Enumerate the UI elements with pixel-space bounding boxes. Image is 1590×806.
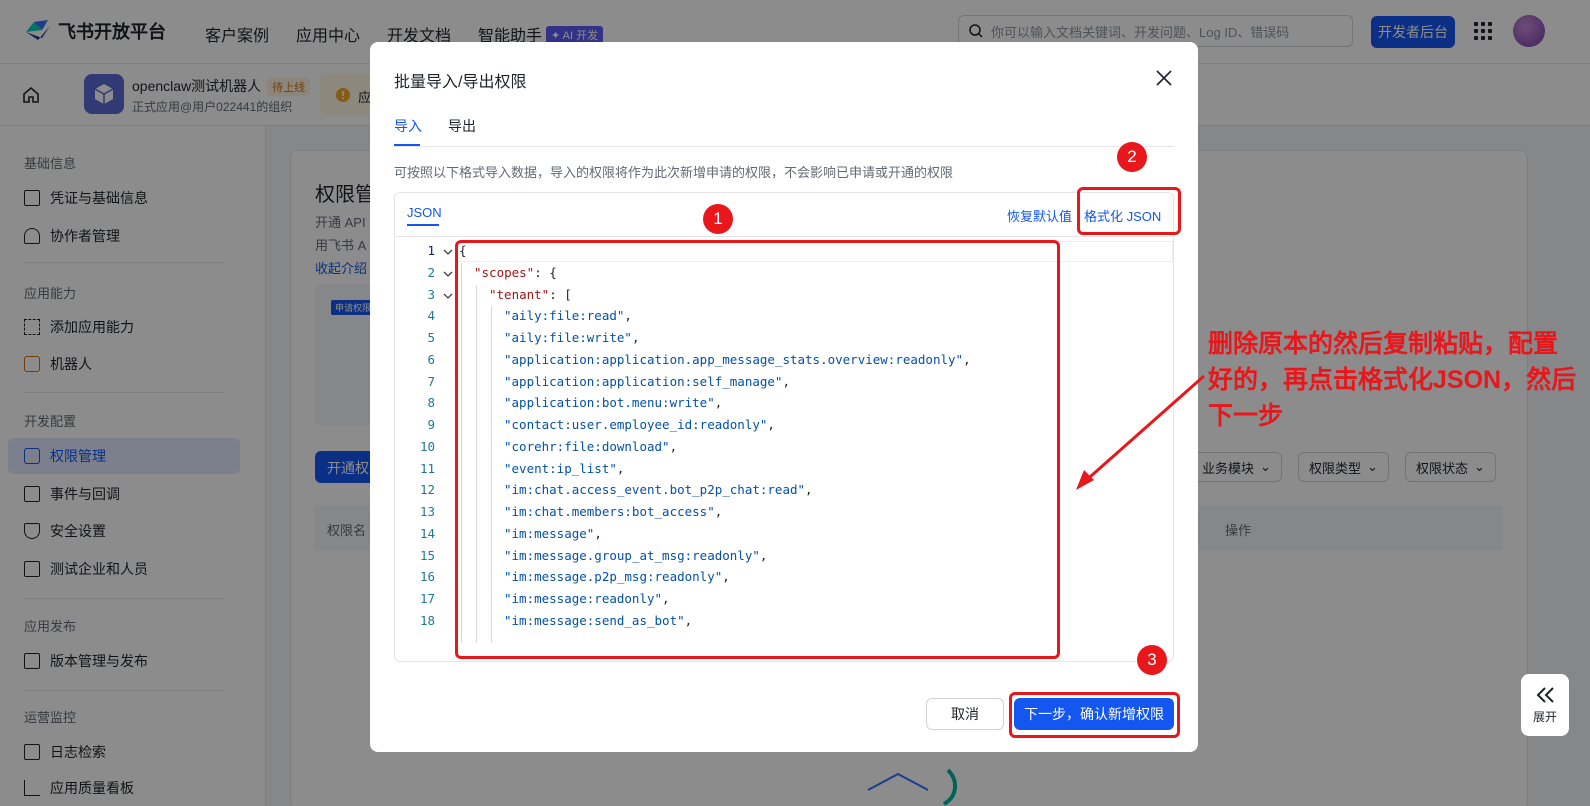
annotation-box-code [455,240,1060,659]
line-number: 2 [427,264,435,280]
line-number: 10 [419,438,435,454]
annotation-badge-3: 3 [1137,645,1167,675]
tab-export[interactable]: 导出 [448,116,476,136]
line-number: 5 [427,330,435,345]
fold-chevron-icon[interactable] [443,247,453,257]
line-number: 11 [419,460,435,476]
line-number: 9 [427,417,435,432]
expand-label: 展开 [1532,709,1557,724]
fold-chevron-icon[interactable] [443,269,453,279]
annotation-box-next [1009,692,1180,738]
line-number: 13 [419,504,435,519]
import-description: 可按照以下格式导入数据，导入的权限将作为此次新增申请的权限，不会影响已申请或开通… [394,165,954,180]
annotation-badge-1: 1 [703,204,733,234]
line-number: 8 [427,395,435,411]
modal-title: 批量导入/导出权限 [394,74,527,91]
double-chevron-left-icon [1536,686,1554,703]
annotation-arrow [1076,374,1205,490]
annotation-badge-2: 2 [1117,142,1147,172]
line-number: 16 [419,569,435,585]
tab-import[interactable]: 导入 [394,116,422,136]
line-number: 4 [427,308,435,324]
line-number: 6 [427,351,435,367]
line-number: 17 [419,591,435,606]
expand-panel-button[interactable]: 展开 [1521,674,1569,736]
annotation-box-format [1077,187,1181,235]
line-number: 15 [419,547,435,563]
line-number: 14 [419,525,435,541]
close-icon[interactable] [1156,70,1172,86]
line-number: 7 [427,373,435,389]
annotation-note: 删除原本的然后复制粘贴，配置好的，再点击格式化JSON，然后下一步 [1208,330,1577,430]
line-number: 12 [419,482,435,498]
cancel-button[interactable]: 取消 [926,698,1004,730]
editor-tab-json[interactable]: JSON [407,205,442,220]
line-number: 1 [427,243,435,258]
line-number: 18 [419,612,435,628]
restore-default-link[interactable]: 恢复默认值 [1007,206,1072,225]
editor-toolbar: JSON 恢复默认值 格式化 JSON [395,193,1173,237]
fold-chevron-icon[interactable] [443,291,453,301]
line-number: 3 [427,286,435,302]
